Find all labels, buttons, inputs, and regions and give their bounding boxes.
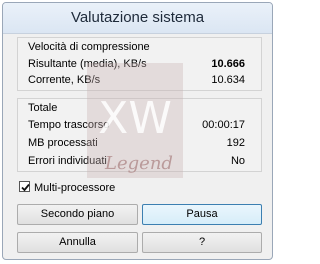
checkbox-box[interactable]: [19, 181, 30, 192]
elapsed-time-row: Tempo trascorso 00:00:17: [28, 118, 245, 132]
errors-row: Errori individuati No: [28, 154, 245, 168]
totals-group: Totale Tempo trascorso 00:00:17 MB proce…: [17, 98, 262, 172]
compression-speed-group: Velocità di compressione Risultante (med…: [17, 37, 262, 91]
processed-mb-value: 192: [226, 137, 245, 149]
cancel-button[interactable]: Annulla: [17, 232, 138, 253]
errors-value: No: [230, 155, 245, 167]
errors-label: Errori individuati: [28, 155, 107, 167]
totals-legend: Totale: [28, 102, 58, 114]
compression-speed-legend: Velocità di compressione: [28, 41, 150, 53]
current-speed-value: 10.634: [211, 74, 245, 86]
pause-button[interactable]: Pausa: [142, 204, 262, 225]
resulting-speed-row: Risultante (media), KB/s 10.666: [28, 57, 245, 71]
resulting-speed-label: Risultante (media), KB/s: [28, 58, 147, 70]
help-button[interactable]: ?: [142, 232, 262, 253]
current-speed-row: Corrente, KB/s 10.634: [28, 73, 245, 87]
dialog-title: Valutazione sistema: [3, 3, 272, 34]
elapsed-time-label: Tempo trascorso: [28, 119, 110, 131]
background-button[interactable]: Secondo piano: [17, 204, 138, 225]
multiprocessor-label: Multi-processore: [34, 182, 116, 194]
current-speed-label: Corrente, KB/s: [28, 74, 101, 86]
processed-mb-label: MB processati: [28, 137, 98, 149]
elapsed-time-value: 00:00:17: [202, 119, 245, 131]
processed-mb-row: MB processati 192: [28, 136, 245, 150]
resulting-speed-value: 10.666: [211, 58, 245, 70]
benchmark-dialog: Valutazione sistema Velocità di compress…: [2, 2, 273, 260]
checkmark-icon: [21, 183, 30, 192]
